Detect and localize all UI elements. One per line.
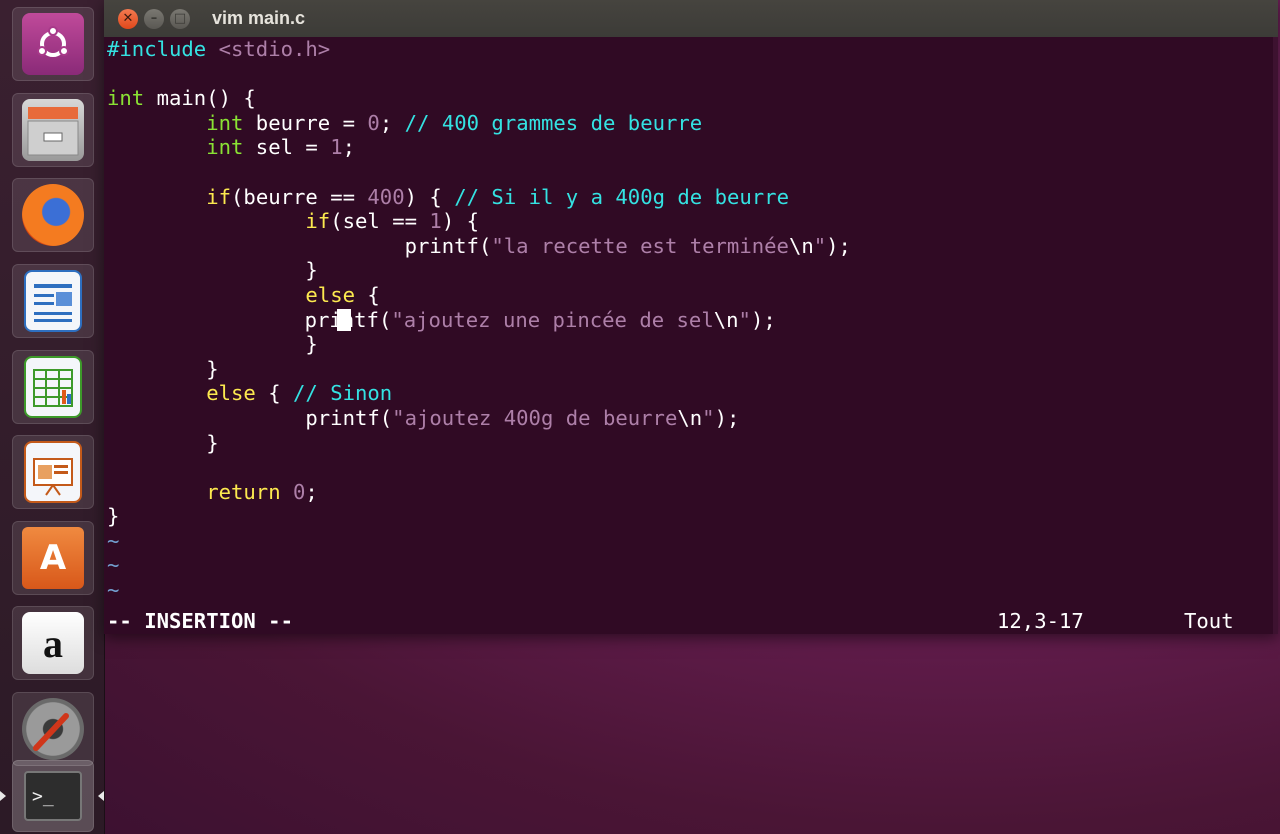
amazon-icon: a (22, 612, 84, 674)
launcher-software[interactable]: A (12, 521, 94, 595)
code-line: int beurre = 0; // 400 grammes de beurre (206, 110, 703, 135)
vim-editor[interactable]: #include <stdio.h> int main() { int beur… (104, 37, 1278, 634)
code-line: int main() { (107, 86, 256, 111)
scrollbar[interactable] (1273, 37, 1278, 634)
window-titlebar[interactable]: ✕ – □ vim main.c (104, 0, 1278, 37)
maximize-icon: □ (173, 11, 187, 26)
close-icon: ✕ (122, 11, 134, 26)
launcher-settings[interactable] (12, 692, 94, 766)
terminal-icon: >_ (24, 771, 82, 821)
code-line: else { (305, 282, 380, 307)
minimize-icon: – (150, 11, 158, 26)
files-cabinet-icon (22, 99, 84, 161)
impress-icon (24, 441, 82, 503)
code-line: return 0; (206, 479, 318, 504)
running-indicator (0, 791, 6, 801)
cursor-position: 12,3-17 (997, 608, 1084, 633)
launcher-amazon[interactable]: a (12, 606, 94, 680)
vim-statusline: -- INSERTION -- 12,3-17 Tout (104, 608, 1278, 634)
calc-icon (24, 356, 82, 418)
code-line: if(sel == 1) { (305, 209, 480, 234)
launcher-calc[interactable] (12, 350, 94, 424)
store-bag-icon: A (22, 527, 84, 589)
code-line: } (107, 258, 318, 283)
code-line: if(beurre == 400) { // Si il y a 400g de… (206, 184, 789, 209)
launcher-firefox[interactable] (12, 178, 94, 252)
code-line: } (107, 332, 318, 357)
launcher-terminal[interactable]: >_ (0, 760, 104, 832)
settings-gear-icon (22, 698, 84, 760)
minimize-button[interactable]: – (144, 8, 164, 29)
ubuntu-logo-icon (22, 13, 84, 75)
code-line: int sel = 1; (206, 135, 356, 160)
empty-line-tilde: ~ (107, 528, 120, 553)
code-line: } (107, 356, 219, 381)
launcher-impress[interactable] (12, 435, 94, 509)
mode-indicator: -- INSERTION -- (107, 608, 293, 633)
code-line: #include <stdio.h> (107, 37, 331, 61)
empty-line-tilde: ~ (107, 578, 120, 603)
focused-indicator (98, 791, 104, 801)
window-title: vim main.c (212, 8, 306, 28)
terminal-window: ✕ – □ vim main.c #include <stdio.h> int … (104, 0, 1278, 634)
firefox-icon (22, 184, 84, 246)
launcher: A a >_ (0, 0, 105, 834)
code-line: else { // Sinon (206, 381, 393, 406)
scroll-position: Tout (1184, 608, 1234, 633)
code-line: printf("ajoutez 400g de beurre\n"); (107, 405, 740, 430)
launcher-ubuntu-dash[interactable] (12, 7, 94, 81)
code-line-cursor: printf("ajoutez une pincée de sel\n"); (7, 307, 776, 332)
code-line: } (107, 430, 219, 455)
maximize-button[interactable]: □ (170, 8, 190, 29)
close-button[interactable]: ✕ (118, 8, 138, 29)
empty-line-tilde: ~ (107, 553, 120, 578)
code-line: } (107, 504, 120, 529)
code-line: printf("la recette est terminée\n"); (107, 233, 851, 258)
launcher-files[interactable] (12, 93, 94, 167)
